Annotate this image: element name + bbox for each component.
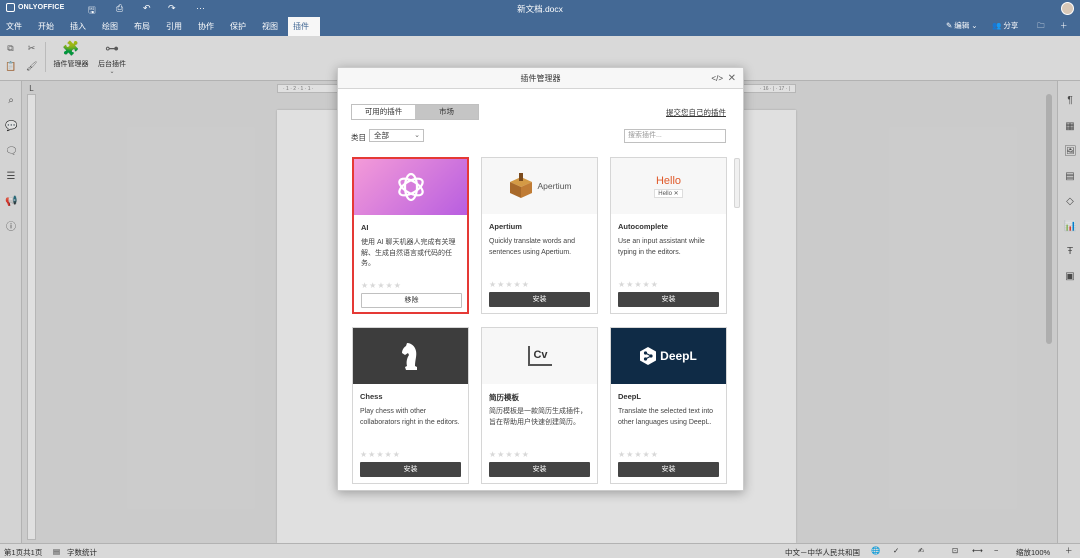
- dialog-tabs: 可用的插件 市场: [351, 104, 479, 120]
- chevron-down-icon: ⌄: [971, 21, 978, 30]
- edit-mode-button[interactable]: ✎ 编辑 ⌄: [946, 20, 978, 31]
- tab-plugins[interactable]: 插件: [288, 17, 320, 36]
- rating-stars: ★★★★★: [361, 281, 402, 290]
- deepl-logo: DeepL: [611, 328, 726, 384]
- tab-layout[interactable]: 布局: [129, 17, 155, 36]
- rating-stars: ★★★★★: [489, 450, 530, 459]
- category-value: 全部: [374, 131, 389, 140]
- autocomplete-preview: Hello Hello ✕: [611, 158, 726, 214]
- share-label: 分享: [1003, 21, 1019, 30]
- new-document-icon[interactable]: ＋: [1060, 20, 1068, 31]
- tab-view[interactable]: 视图: [257, 17, 283, 36]
- open-location-icon[interactable]: 🗀: [1037, 20, 1045, 33]
- pencil-icon: ✎: [946, 21, 953, 30]
- plugin-card-chess[interactable]: Chess Play chess with other collaborator…: [352, 327, 469, 484]
- apertium-logo: Apertium: [482, 158, 597, 214]
- tab-draw[interactable]: 绘图: [97, 17, 123, 36]
- plugin-grid-scrollbar[interactable]: [734, 158, 740, 208]
- apertium-logo-text: Apertium: [537, 181, 572, 191]
- tab-references[interactable]: 引用: [161, 17, 187, 36]
- menu-bar: 文件 开始 插入 绘图 布局 引用 协作 保护 视图 插件 ✎ 编辑 ⌄ 👥 分…: [0, 17, 1080, 36]
- code-icon[interactable]: </>: [711, 68, 723, 89]
- plugin-grid: AI 使用 AI 聊天机器人完成有关理解、生成自然语言或代码的任务。 ★★★★★…: [352, 157, 728, 487]
- plugin-description: Use an input assistant while typing in t…: [618, 238, 705, 256]
- box-icon: [510, 173, 533, 198]
- plugin-name: AI: [361, 223, 369, 232]
- plugin-card-autocomplete[interactable]: Hello Hello ✕ Autocomplete Use an input …: [610, 157, 727, 314]
- edit-label: 编辑: [954, 21, 970, 30]
- rating-stars: ★★★★★: [618, 450, 659, 459]
- plugin-description: Play chess with other collaborators righ…: [360, 408, 460, 426]
- title-bar: ONLYOFFICE 🖫 ⎙ ↶ ↷ ··· 新文档.docx: [0, 0, 1080, 17]
- dialog-header: 插件管理器 </> ✕: [338, 68, 743, 89]
- tab-available-plugins[interactable]: 可用的插件: [352, 105, 415, 119]
- deepl-icon: [640, 347, 657, 365]
- tab-home[interactable]: 开始: [33, 17, 59, 36]
- plugin-card-apertium[interactable]: Apertium Apertium Quickly translate word…: [481, 157, 598, 314]
- tab-marketplace[interactable]: 市场: [415, 105, 478, 119]
- avatar[interactable]: [1061, 2, 1074, 15]
- rating-stars: ★★★★★: [618, 280, 659, 289]
- plugin-description: Quickly translate words and sentences us…: [489, 238, 575, 256]
- plugin-name: Chess: [360, 392, 383, 401]
- cv-logo-text: Cv: [527, 346, 552, 366]
- install-button[interactable]: 安装: [489, 462, 590, 477]
- chess-knight-icon: [353, 328, 468, 384]
- users-icon: 👥: [992, 21, 1002, 30]
- chevron-down-icon: ⌄: [414, 132, 420, 139]
- tab-collaboration[interactable]: 协作: [193, 17, 219, 36]
- install-button[interactable]: 安装: [360, 462, 461, 477]
- plugin-card-resume-template[interactable]: Cv 简历模板 简历模板是一款简历生成插件，旨在帮助用户快速创建简历。 ★★★★…: [481, 327, 598, 484]
- cv-icon: Cv: [482, 328, 597, 384]
- plugin-card-ai[interactable]: AI 使用 AI 聊天机器人完成有关理解、生成自然语言或代码的任务。 ★★★★★…: [352, 157, 469, 314]
- submit-plugin-link[interactable]: 提交您自己的插件: [666, 107, 726, 118]
- plugin-name: DeepL: [618, 392, 641, 401]
- preview-chip: Hello ✕: [654, 188, 683, 198]
- tab-protection[interactable]: 保护: [225, 17, 251, 36]
- deepl-logo-text: DeepL: [660, 349, 697, 363]
- search-input[interactable]: 搜索插件...: [624, 129, 726, 143]
- dialog-title: 插件管理器: [520, 74, 561, 83]
- plugin-name: Apertium: [489, 222, 522, 231]
- install-button[interactable]: 安装: [618, 292, 719, 307]
- install-button[interactable]: 安装: [489, 292, 590, 307]
- rating-stars: ★★★★★: [489, 280, 530, 289]
- rating-stars: ★★★★★: [360, 450, 401, 459]
- remove-button[interactable]: 移除: [361, 293, 462, 308]
- preview-chip-label: Hello: [658, 190, 672, 197]
- tab-insert[interactable]: 插入: [65, 17, 91, 36]
- category-label: 类目: [351, 133, 366, 142]
- close-icon[interactable]: ✕: [728, 68, 736, 89]
- openai-icon: [354, 159, 467, 215]
- preview-text: Hello: [655, 174, 682, 187]
- plugin-name: Autocomplete: [618, 222, 669, 231]
- tab-file[interactable]: 文件: [1, 17, 27, 36]
- plugin-description: 使用 AI 聊天机器人完成有关理解、生成自然语言或代码的任务。: [361, 239, 456, 267]
- plugin-name: 简历模板: [489, 393, 519, 402]
- plugin-card-deepl[interactable]: DeepL DeepL Translate the selected text …: [610, 327, 727, 484]
- share-button[interactable]: 👥 分享: [992, 20, 1018, 31]
- plugin-manager-dialog: 插件管理器 </> ✕ 可用的插件 市场 提交您自己的插件 类目 全部 ⌄ 搜索…: [337, 67, 744, 491]
- install-button[interactable]: 安装: [618, 462, 719, 477]
- plugin-description: Translate the selected text into other l…: [618, 408, 714, 426]
- document-title: 新文档.docx: [517, 4, 563, 14]
- plugin-description: 简历模板是一款简历生成插件，旨在帮助用户快速创建简历。: [489, 408, 587, 426]
- category-select[interactable]: 全部 ⌄: [369, 129, 424, 142]
